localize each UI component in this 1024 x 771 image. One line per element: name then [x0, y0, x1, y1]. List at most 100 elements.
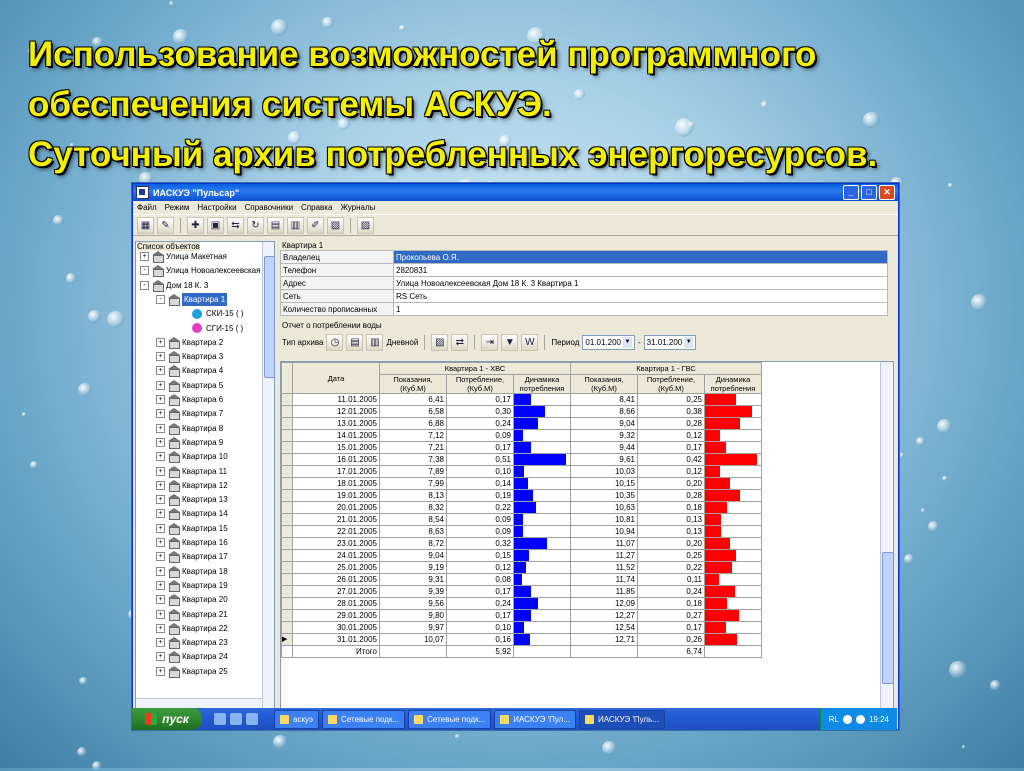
print-icon[interactable]: ▨	[431, 333, 449, 351]
tree-node[interactable]: + Квартира 19	[156, 579, 228, 592]
expand-icon[interactable]: +	[156, 566, 165, 576]
book-icon[interactable]: ▧	[327, 216, 344, 234]
tree-node[interactable]: + Квартира 7	[156, 407, 223, 421]
ie-icon[interactable]	[214, 713, 226, 725]
clock-icon[interactable]: ◷	[326, 333, 344, 351]
scrollbar-thumb[interactable]	[264, 256, 275, 378]
date-to-picker[interactable]: 31.01.200 ▼	[643, 334, 697, 350]
table-row[interactable]: 12.01.2005 6,58 0,30 8,66 0,38	[281, 405, 762, 418]
tray-icon[interactable]	[842, 714, 852, 724]
expand-icon[interactable]: +	[156, 623, 165, 633]
expand-icon[interactable]: +	[156, 509, 165, 519]
tree-node[interactable]: - Улица Новоалексеевская	[140, 264, 260, 278]
table-row[interactable]: 22.01.2005 8,63 0,09 10,94 0,13	[281, 525, 762, 538]
excel-icon[interactable]	[246, 713, 258, 725]
table-row[interactable]: ▶ 31.01.2005 10,07 0,16 12,71 0,26	[281, 633, 762, 646]
tree-node[interactable]: - Дом 18 К. 3	[140, 279, 208, 292]
scrollbar-thumb[interactable]	[882, 552, 893, 684]
expand-icon[interactable]: +	[156, 580, 165, 590]
chevron-down-icon[interactable]: ▼	[622, 336, 632, 348]
expand-icon[interactable]: +	[156, 595, 165, 605]
taskbar-task[interactable]: аскуэ	[274, 709, 320, 729]
tree-node[interactable]: + Квартира 2	[156, 336, 223, 349]
menu-item[interactable]: Настройки	[197, 203, 236, 212]
filter-icon[interactable]: ▼	[501, 333, 519, 351]
add-icon[interactable]: ✚	[187, 216, 204, 234]
tree-node[interactable]: + Квартира 16	[156, 536, 228, 549]
tree-node[interactable]: СКИ-15 ( )	[192, 307, 244, 320]
expand-icon[interactable]: +	[156, 652, 165, 662]
collapse-icon[interactable]: -	[140, 280, 149, 290]
expand-icon[interactable]: +	[156, 466, 165, 476]
table-row[interactable]: 17.01.2005 7,89 0,10 10,03 0,12	[281, 465, 762, 478]
table-row[interactable]: 23.01.2005 8,72 0,32 11,07 0,20	[281, 537, 762, 550]
daily-archive-icon[interactable]: ▤	[346, 333, 364, 351]
start-button[interactable]: пуск	[132, 708, 202, 730]
monthly-archive-icon[interactable]: ▥	[366, 333, 384, 351]
menu-item[interactable]: Режим	[165, 203, 190, 212]
expand-icon[interactable]: +	[140, 252, 149, 261]
table-row[interactable]: 15.01.2005 7,21 0,17 9,44 0,17	[281, 441, 762, 454]
expand-icon[interactable]: +	[156, 552, 165, 562]
expand-icon[interactable]: +	[156, 380, 165, 390]
table-row[interactable]: 14.01.2005 7,12 0,09 9,32 0,12	[281, 429, 762, 442]
collapse-icon[interactable]: -	[156, 294, 165, 304]
table-row[interactable]: 25.01.2005 9,19 0,12 11,52 0,22	[281, 561, 762, 574]
tree-node[interactable]: + Квартира 4	[156, 364, 223, 378]
info-value[interactable]: 1	[393, 302, 888, 316]
menu-item[interactable]: Файл	[137, 203, 157, 212]
tree-node[interactable]: + Квартира 15	[156, 522, 228, 535]
word-icon[interactable]: W	[521, 333, 539, 351]
expand-icon[interactable]: +	[156, 638, 165, 648]
table-row[interactable]: 30.01.2005 9,97 0,10 12,54 0,17	[281, 621, 762, 634]
taskbar-task[interactable]: ИАСКУЭ 'Пуль...	[579, 709, 665, 729]
refresh-icon[interactable]: ↻	[247, 216, 264, 234]
info-row[interactable]: Владелец Прокопьева О.Я.	[280, 250, 888, 264]
expand-icon[interactable]: +	[156, 395, 165, 404]
tree-scrollbar[interactable]	[262, 242, 275, 710]
expand-icon[interactable]: +	[156, 437, 165, 447]
table-row[interactable]: 11.01.2005 6,41 0,17 8,41 0,25	[281, 393, 762, 406]
expand-icon[interactable]: +	[156, 337, 165, 347]
table-row[interactable]: 24.01.2005 9,04 0,15 11,27 0,25	[281, 549, 762, 562]
tree-node[interactable]: СГИ-15 ( )	[192, 322, 243, 335]
table-row[interactable]: 13.01.2005 6,88 0,24 9,04 0,28	[281, 417, 762, 430]
calendar-icon[interactable]: ▥	[287, 216, 304, 234]
print-icon[interactable]: ▨	[357, 216, 374, 234]
info-row[interactable]: Сеть RS Сеть	[280, 289, 888, 303]
tree-node[interactable]: + Квартира 17	[156, 550, 228, 564]
taskbar-task[interactable]: Сетевые подк...	[322, 709, 406, 729]
tree-node[interactable]: + Квартира 12	[156, 479, 228, 492]
expand-icon[interactable]: +	[156, 666, 165, 676]
expand-icon[interactable]: +	[156, 452, 165, 462]
expand-icon[interactable]: +	[156, 423, 165, 433]
tree-node[interactable]: + Квартира 10	[156, 450, 228, 464]
tree-node[interactable]: + Квартира 11	[156, 465, 227, 478]
info-value[interactable]: RS Сеть	[393, 289, 888, 303]
table-row[interactable]: 21.01.2005 8,54 0,09 10,81 0,13	[281, 513, 762, 526]
expand-icon[interactable]: +	[156, 495, 165, 505]
menu-item[interactable]: Справка	[301, 203, 332, 212]
table-row[interactable]: 18.01.2005 7,99 0,14 10,15 0,20	[281, 477, 762, 490]
tree-node[interactable]: - Квартира 1	[156, 292, 228, 306]
tree-node[interactable]: + Квартира 22	[156, 622, 228, 635]
taskbar-task[interactable]: Сетевые подк...	[408, 709, 492, 729]
tree-node[interactable]: + Квартира 21	[156, 608, 228, 621]
window-titlebar[interactable]: ИАСКУЭ "Пульсар" _ □ ✕	[133, 184, 898, 201]
tree-node[interactable]: + Улица Макетная	[140, 250, 227, 263]
language-indicator[interactable]: RL	[829, 715, 839, 724]
info-value[interactable]: Прокопьева О.Я.	[393, 250, 888, 264]
tree-node[interactable]: + Квартира 6	[156, 393, 223, 406]
tree-node[interactable]: + Квартира 13	[156, 493, 228, 507]
network-icon[interactable]: ⇆	[227, 216, 244, 234]
info-row[interactable]: Адрес Улица Новоалексеевская Дом 18 К. 3 …	[280, 276, 888, 290]
tree-node[interactable]: + Квартира 23	[156, 636, 228, 650]
export-excel-icon[interactable]: ▣	[207, 216, 224, 234]
table-row[interactable]: 28.01.2005 9,56 0,24 12,09 0,18	[281, 597, 762, 610]
collapse-icon[interactable]: -	[140, 266, 149, 276]
date-from-picker[interactable]: 01.01.200 ▼	[582, 334, 635, 350]
taskbar-task[interactable]: ИАСКУЭ 'Пул...	[494, 709, 577, 729]
tree-icon[interactable]: ▦	[137, 216, 154, 234]
tree-node[interactable]: + Квартира 20	[156, 593, 228, 607]
tray-icon[interactable]	[855, 714, 865, 724]
